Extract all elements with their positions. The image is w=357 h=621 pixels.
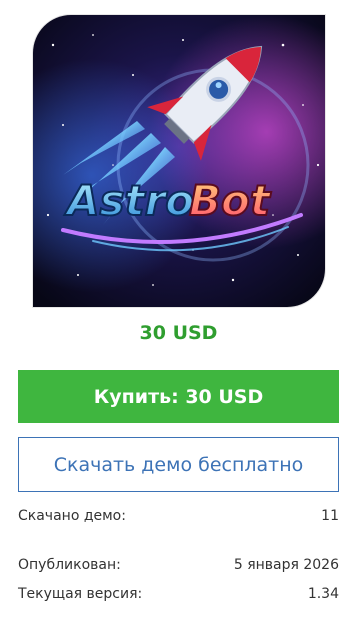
info-row-version: Текущая версия: 1.34 <box>18 586 339 602</box>
buy-button-label: Купить: 30 USD <box>93 385 264 408</box>
published-label: Опубликован: <box>18 557 121 573</box>
astrobot-logo: Astro Bot <box>63 175 273 226</box>
product-price: 30 USD <box>139 322 218 344</box>
svg-text:Astro: Astro <box>64 176 194 225</box>
version-label: Текущая версия: <box>18 586 143 602</box>
product-image: Astro Bot <box>33 15 325 307</box>
info-row-downloads: Скачано демо: 11 <box>18 508 339 524</box>
published-value: 5 января 2026 <box>233 557 339 573</box>
download-demo-button[interactable]: Скачать демо бесплатно <box>18 437 339 492</box>
svg-text:Bot: Bot <box>189 176 272 225</box>
info-row-published: Опубликован: 5 января 2026 <box>18 557 339 573</box>
buy-button[interactable]: Купить: 30 USD <box>18 370 339 423</box>
astrobot-artwork: Astro Bot <box>33 15 325 307</box>
downloads-label: Скачано демо: <box>18 508 126 524</box>
download-demo-label: Скачать демо бесплатно <box>53 453 304 476</box>
downloads-value: 11 <box>321 508 339 524</box>
version-value: 1.34 <box>307 586 339 602</box>
